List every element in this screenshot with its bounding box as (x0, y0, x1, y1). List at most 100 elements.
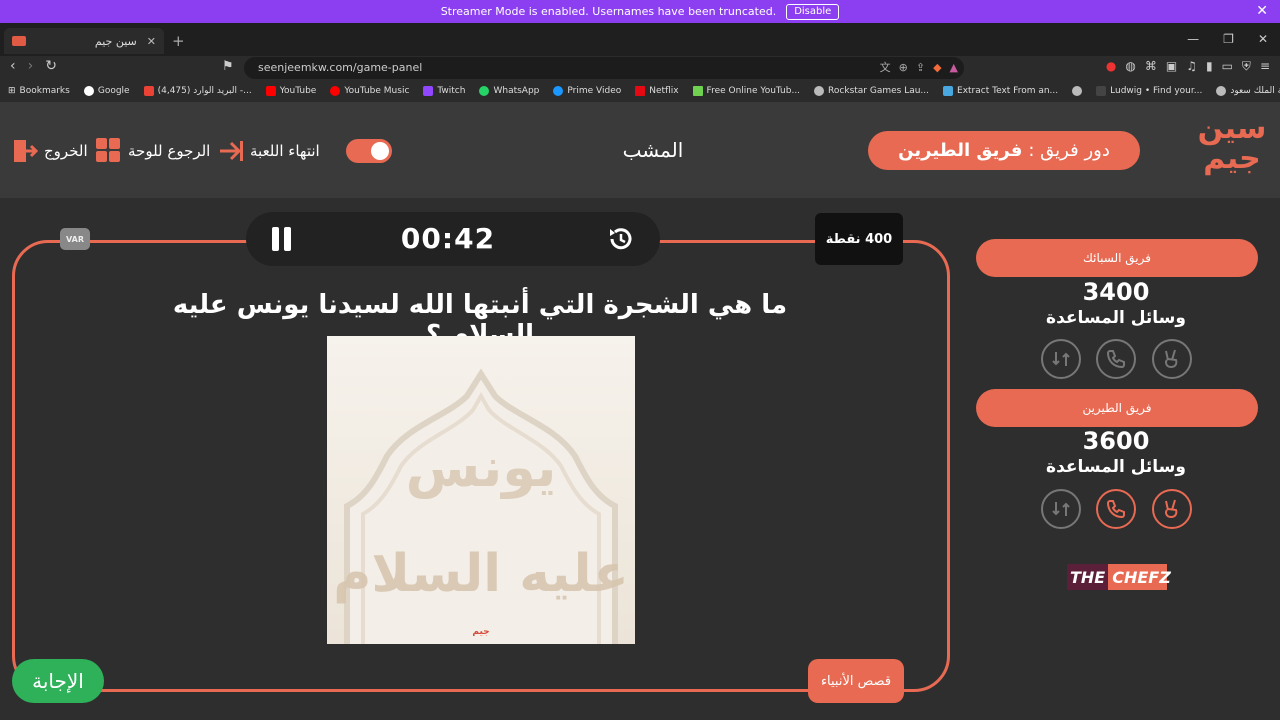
share-icon[interactable]: ⇪ (916, 57, 925, 79)
bookmark-item[interactable]: ⊞ Bookmarks (8, 86, 70, 96)
download-icon (692, 86, 703, 96)
bookmark-item[interactable]: Ludwig • Find your... (1096, 86, 1202, 96)
swap-question-icon[interactable] (1041, 489, 1081, 529)
apps-icon: ⊞ (8, 86, 16, 96)
bookmark-item[interactable]: Free Online YouTub... (692, 86, 800, 96)
extension-icon[interactable]: ◍ (1125, 59, 1135, 74)
brave-shield-icon[interactable]: ◆ (933, 57, 941, 79)
netflix-icon (635, 86, 646, 96)
forward-icon[interactable]: › (28, 58, 34, 74)
points-badge: 400 نقطة (815, 213, 903, 265)
whatsapp-icon (479, 86, 490, 96)
favicon-icon (12, 36, 26, 46)
ludwig-icon (1096, 86, 1107, 96)
address-bar-row: ‹ › ↻ ⚑ seenjeemkw.com/game-panel 文 ⊕ ⇪ … (0, 56, 1280, 80)
dome-illustration: يونس عليه السلام جيم (327, 336, 635, 644)
swap-question-icon[interactable] (1041, 339, 1081, 379)
translate-icon[interactable]: 文 (880, 57, 891, 79)
category-title: المشب (622, 138, 684, 162)
streamer-message: Streamer Mode is enabled. Usernames have… (440, 5, 777, 18)
exit-button[interactable]: الخروج (12, 138, 88, 164)
globe-icon (1216, 86, 1227, 96)
vpn-icon[interactable]: ⛨ (1242, 59, 1251, 74)
close-icon[interactable]: ✕ (1256, 3, 1268, 19)
reset-timer-icon[interactable] (606, 224, 636, 254)
tab-strip: سين جيم ✕ + — ❐ ✕ (0, 23, 1280, 56)
zoom-icon[interactable]: ⊕ (899, 57, 908, 79)
bookmark-item[interactable]: Prime Video (553, 86, 621, 96)
grid-icon (96, 138, 122, 164)
streamer-mode-banner: Streamer Mode is enabled. Usernames have… (0, 0, 1280, 23)
twitch-icon (423, 86, 434, 96)
url-tools: 文 ⊕ ⇪ ◆ ▲ (880, 57, 958, 79)
google-icon (83, 86, 94, 96)
answer-button[interactable]: الإجابة (12, 659, 104, 703)
browser-tab[interactable]: سين جيم ✕ (4, 28, 164, 54)
youtube-music-icon (330, 86, 341, 96)
bookmark-item[interactable]: YouTube Music (330, 86, 409, 96)
extension-icon[interactable]: ⌘ (1145, 59, 1157, 74)
window-controls: — ❐ ✕ (1187, 32, 1280, 46)
tab-close-icon[interactable]: ✕ (147, 35, 156, 48)
team-name-1: فريق السبائك (976, 239, 1258, 277)
end-game-button[interactable]: انتهاء اللعبة (218, 138, 320, 164)
bookmark-item[interactable]: YouTube (265, 86, 316, 96)
current-turn: دور فريق : فريق الطيرين (868, 131, 1140, 170)
svg-text:عليه السلام: عليه السلام (333, 544, 628, 604)
extract-icon (943, 86, 954, 96)
bookmark-item[interactable]: جامعة الملك سعود ... (1216, 86, 1280, 96)
bookmark-item[interactable] (1072, 86, 1083, 96)
seen-jeem-logo[interactable]: سين جيم (1196, 114, 1268, 186)
back-to-board-button[interactable]: الرجوع للوحة (96, 138, 210, 164)
bookmark-item[interactable]: WhatsApp (479, 86, 539, 96)
toggle-knob (371, 142, 389, 160)
svg-text:يونس: يونس (406, 436, 557, 499)
victory-hand-icon[interactable] (1152, 339, 1192, 379)
team-score-1: 3400 (1082, 278, 1150, 306)
exit-door-icon (14, 140, 38, 162)
rewards-icon[interactable]: ▲ (950, 57, 958, 79)
gmail-icon (143, 86, 154, 96)
var-button[interactable]: VAR (60, 228, 90, 250)
extension-icon[interactable]: ▣ (1166, 59, 1177, 74)
bookmark-item[interactable]: (4,475) البريد الوارد -... (143, 86, 252, 96)
disable-button[interactable]: Disable (786, 3, 840, 20)
back-icon[interactable]: ‹ (10, 58, 16, 74)
extension-icon[interactable]: ● (1106, 59, 1116, 74)
window-close-icon[interactable]: ✕ (1258, 32, 1268, 46)
bookmarks-bar: ⊞ Bookmarks Google (4,475) البريد الوارد … (0, 80, 1280, 102)
bookmark-item[interactable]: Netflix (635, 86, 679, 96)
team-name-2: فريق الطيرين (976, 389, 1258, 427)
bookmark-item[interactable]: Extract Text From an... (943, 86, 1058, 96)
arrow-end-icon (220, 141, 243, 161)
url-text: seenjeemkw.com/game-panel (258, 61, 423, 74)
the-chefz-logo: THE CHEFZ (1067, 564, 1171, 590)
new-tab-icon[interactable]: + (172, 32, 185, 50)
youtube-icon (265, 86, 276, 96)
phone-call-icon[interactable] (1096, 489, 1136, 529)
question-image: يونس عليه السلام جيم (327, 336, 635, 644)
menu-icon[interactable]: ≡ (1260, 59, 1270, 74)
reload-icon[interactable]: ↻ (45, 58, 57, 74)
team-score-2: 3600 (1082, 427, 1150, 455)
bookmark-item[interactable]: Rockstar Games Lau... (814, 86, 929, 96)
url-field[interactable]: seenjeemkw.com/game-panel 文 ⊕ ⇪ ◆ ▲ (244, 57, 964, 79)
bookmark-item[interactable]: Google (83, 86, 130, 96)
victory-hand-icon[interactable] (1152, 489, 1192, 529)
phone-call-icon[interactable] (1096, 339, 1136, 379)
toggle-switch[interactable] (346, 139, 392, 163)
music-icon[interactable]: ♫ (1186, 59, 1197, 74)
prime-video-icon (553, 86, 564, 96)
minimize-icon[interactable]: — (1187, 32, 1199, 46)
restore-icon[interactable]: ❐ (1223, 32, 1234, 46)
wallet-icon[interactable]: ▭ (1222, 59, 1233, 74)
svg-text:جيم: جيم (472, 627, 489, 637)
pause-icon[interactable] (270, 227, 294, 251)
game-panel: سين جيم دور فريق : فريق الطيرين المشب ان… (0, 102, 1280, 720)
bookmark-icon[interactable]: ⚑ (222, 59, 234, 74)
sidebar-icon[interactable]: ▮ (1206, 59, 1213, 74)
globe-icon (1072, 86, 1083, 96)
extensions: ● ◍ ⌘ ▣ ♫ ▮ ▭ ⛨ ≡ (1106, 59, 1270, 74)
bookmark-item[interactable]: Twitch (423, 86, 465, 96)
category-badge: قصص الأنبياء (808, 659, 904, 703)
